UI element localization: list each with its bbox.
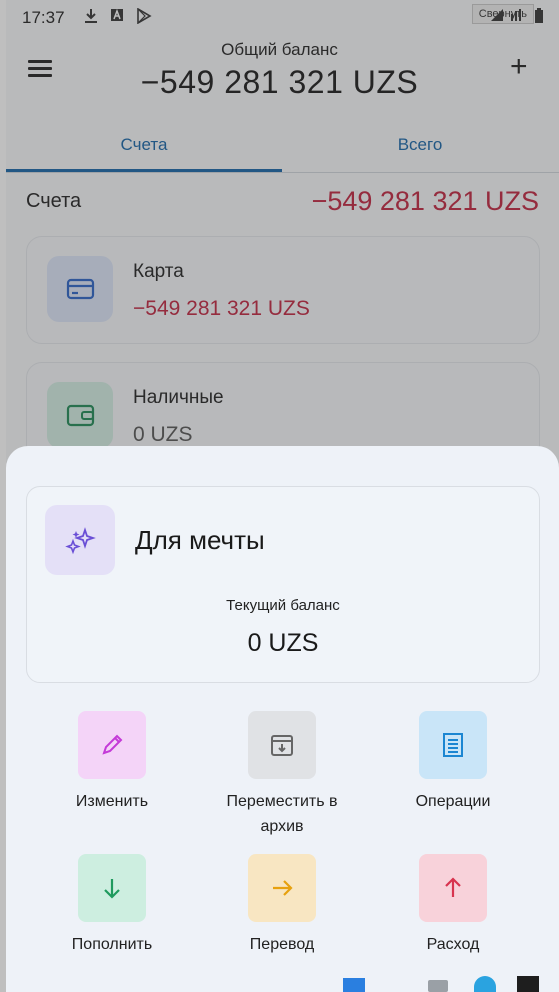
- arrow-down-icon: [78, 854, 146, 922]
- expense-button[interactable]: Расход: [368, 854, 538, 957]
- current-balance-amount: 0 UZS: [247, 629, 319, 657]
- host-taskbar: [340, 974, 559, 992]
- edit-button[interactable]: Изменить: [27, 711, 197, 814]
- goal-bottom-sheet: Для мечты Текущий баланс 0 UZS Изменить …: [6, 446, 559, 992]
- archive-icon: [248, 711, 316, 779]
- sparkles-icon: [45, 505, 115, 575]
- expense-label: Расход: [426, 936, 480, 953]
- windows-icon[interactable]: [343, 978, 365, 992]
- archive-label: Переместить в архив: [226, 793, 338, 835]
- telegram-icon[interactable]: [474, 976, 496, 992]
- top-up-label: Пополнить: [71, 936, 153, 953]
- pencil-icon: [78, 711, 146, 779]
- transfer-button[interactable]: Перевод: [197, 854, 367, 957]
- current-balance-label: Текущий баланс: [226, 597, 340, 614]
- edit-label: Изменить: [75, 793, 149, 810]
- top-up-button[interactable]: Пополнить: [27, 854, 197, 957]
- figma-icon[interactable]: [517, 976, 539, 992]
- receipt-icon: [419, 711, 487, 779]
- window-icon[interactable]: [428, 980, 448, 992]
- operations-button[interactable]: Операции: [368, 711, 538, 814]
- goal-card: Для мечты Текущий баланс 0 UZS: [26, 486, 540, 683]
- operations-label: Операции: [415, 793, 491, 810]
- transfer-label: Перевод: [249, 936, 315, 953]
- goal-name: Для мечты: [135, 525, 265, 555]
- archive-button[interactable]: Переместить в архив: [197, 711, 367, 839]
- arrow-right-icon: [248, 854, 316, 922]
- arrow-up-icon: [419, 854, 487, 922]
